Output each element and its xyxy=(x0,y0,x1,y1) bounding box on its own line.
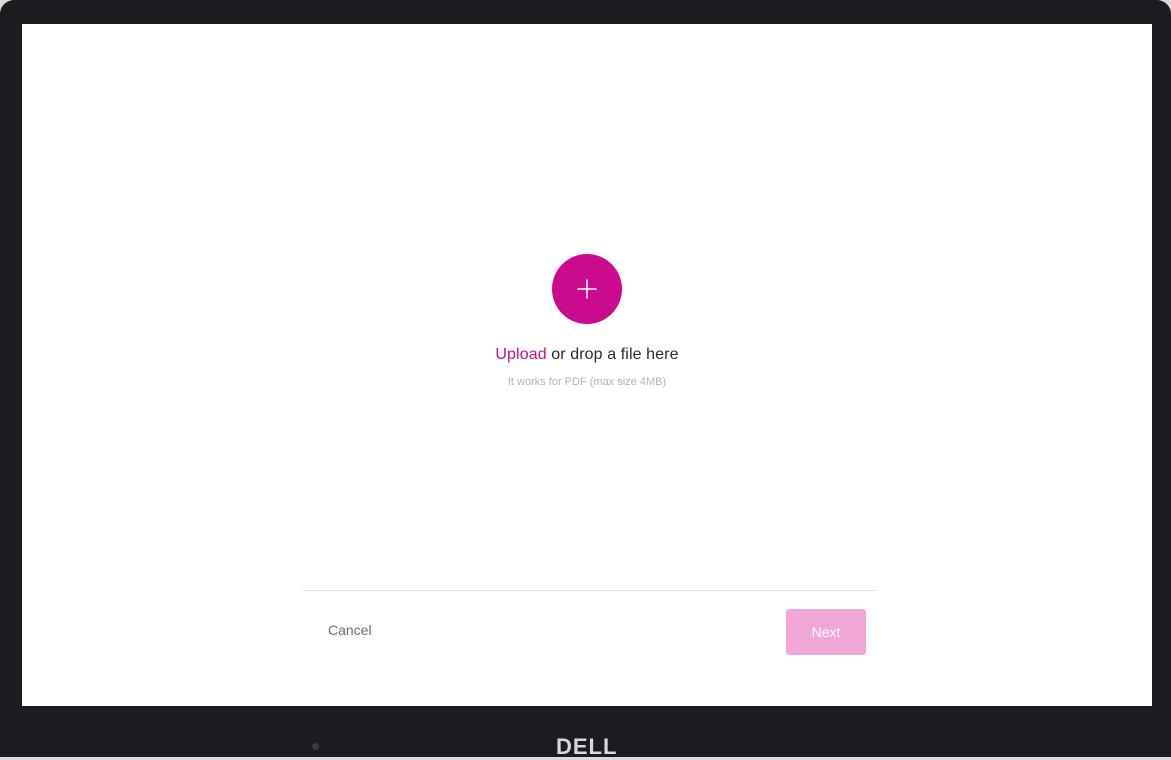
file-type-hint: It works for PDF (max size 4MB) xyxy=(507,376,667,388)
next-button[interactable]: Next xyxy=(786,609,866,655)
upload-dialog: Upload or drop a file here It works for … xyxy=(22,24,1152,706)
upload-link[interactable]: Upload xyxy=(495,346,546,363)
cancel-button[interactable]: Cancel xyxy=(318,620,382,640)
file-drop-zone[interactable]: Upload or drop a file here It works for … xyxy=(22,254,1152,388)
plus-icon xyxy=(577,279,597,299)
upload-prompt-text: or drop a file here xyxy=(546,346,679,363)
add-file-button[interactable] xyxy=(552,254,622,324)
laptop-bezel: Upload or drop a file here It works for … xyxy=(0,0,1171,759)
dell-logo: DELL xyxy=(556,734,618,759)
upload-prompt: Upload or drop a file here xyxy=(495,346,678,364)
footer-divider xyxy=(302,590,877,591)
webcam-indicator xyxy=(312,743,319,750)
